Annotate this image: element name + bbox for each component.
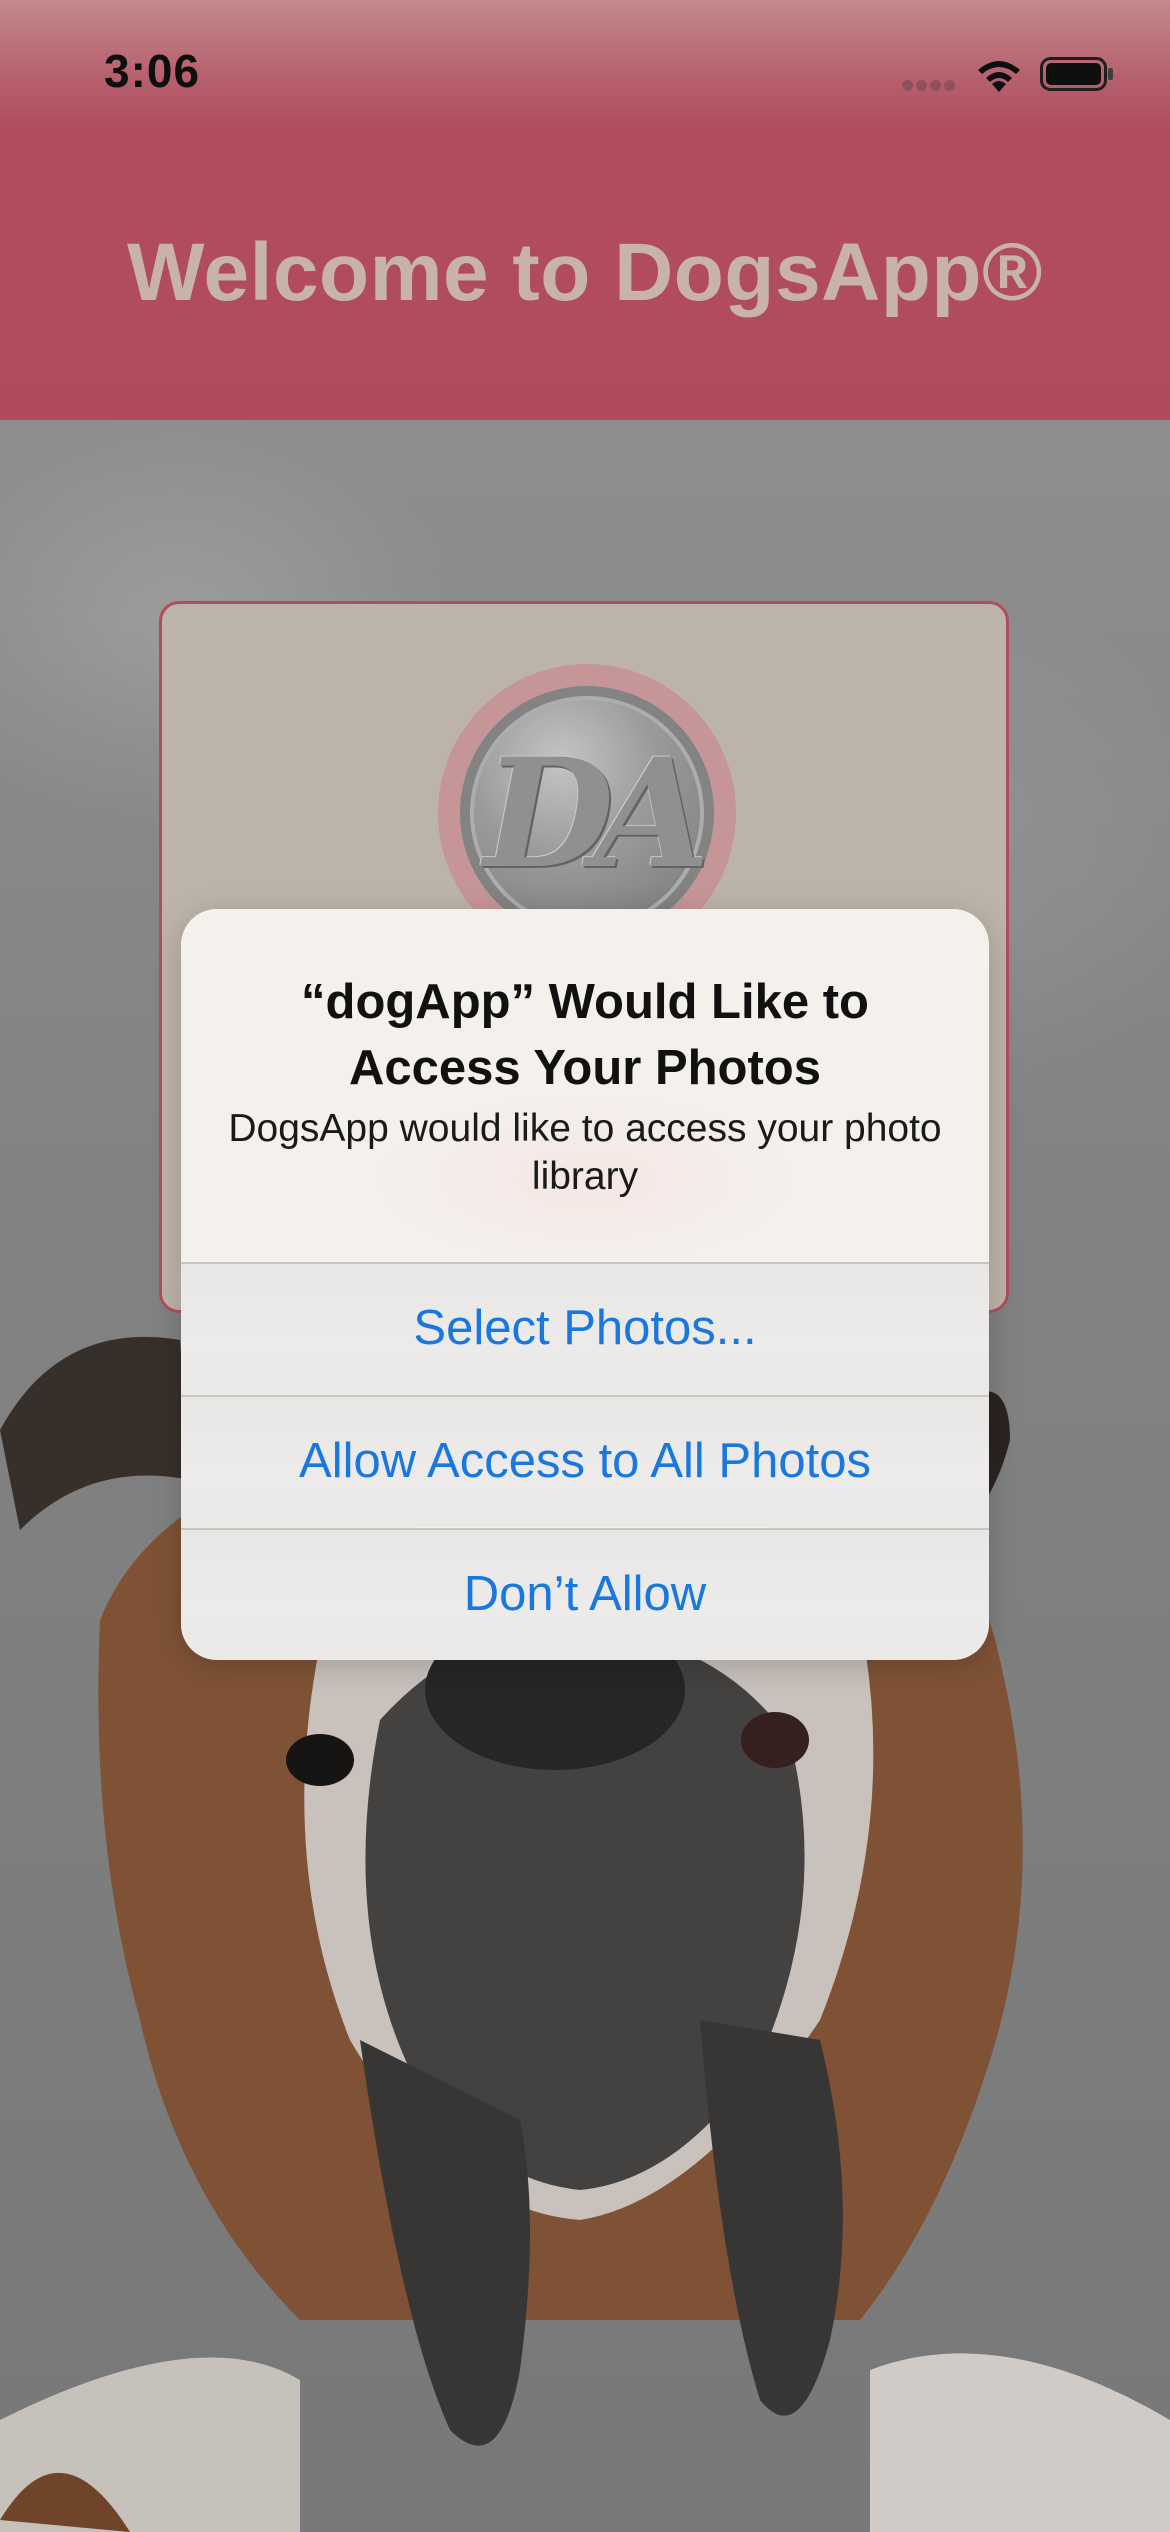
- alert-message: DogsApp would like to access your photo …: [228, 1107, 942, 1198]
- app-screen: 3:06 Welcome to DogsApp® DA “dogApp” Wou…: [0, 0, 1170, 2532]
- allow-all-photos-button[interactable]: Allow Access to All Photos: [181, 1395, 989, 1527]
- photo-permission-alert: “dogApp” Would Like to Access Your Photo…: [181, 909, 989, 1660]
- alert-title: “dogApp” Would Like to Access Your Photo…: [301, 975, 869, 1095]
- select-photos-button[interactable]: Select Photos...: [181, 1262, 989, 1394]
- dont-allow-button[interactable]: Don’t Allow: [181, 1528, 989, 1660]
- alert-body: “dogApp” Would Like to Access Your Photo…: [181, 909, 989, 1262]
